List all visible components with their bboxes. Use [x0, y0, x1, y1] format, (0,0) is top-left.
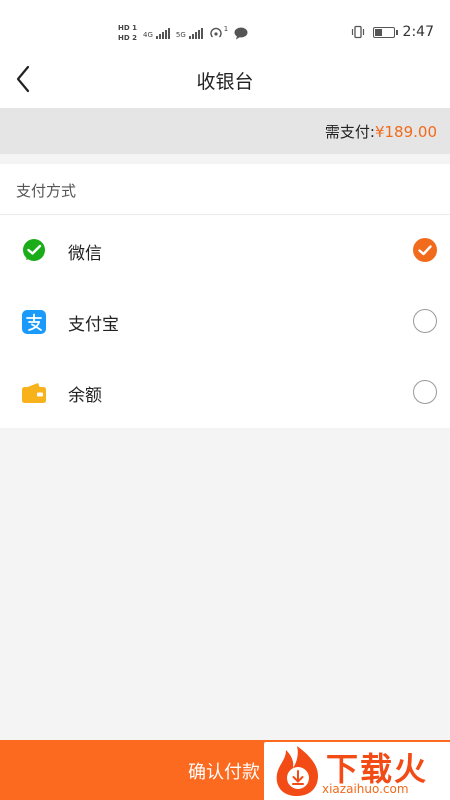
amount-bar: 需支付:¥189.00 — [0, 108, 450, 154]
wallet-icon — [22, 383, 46, 403]
hd1-indicator: HD 1 — [118, 24, 137, 32]
radio-balance[interactable] — [413, 380, 437, 404]
watermark-logo: 下载火 xiazaihuo.com — [264, 742, 450, 800]
status-bar: HD 1 HD 2 4G 5G 1 2:47 — [0, 0, 450, 50]
hotspot-icon — [210, 27, 222, 38]
amount-label: 需支付: — [324, 123, 375, 141]
hd-indicators: HD 1 HD 2 — [118, 24, 137, 42]
check-icon — [418, 245, 432, 256]
message-icon — [234, 27, 248, 39]
confirm-label: 确认付款 — [188, 762, 260, 783]
page-title: 收银台 — [196, 71, 254, 93]
status-indicators: HD 1 HD 2 4G 5G 1 — [118, 18, 248, 48]
net1-label: 4G — [142, 31, 153, 39]
payment-method-balance[interactable]: 余额 — [0, 357, 450, 427]
signal-5g: 5G — [176, 27, 203, 39]
battery-fill — [374, 28, 383, 36]
radio-wechat-checked[interactable] — [413, 238, 437, 262]
hotspot-count: 1 — [223, 25, 229, 33]
hd2-indicator: HD 2 — [118, 34, 137, 42]
signal-4g: 4G — [143, 27, 170, 39]
flame-download-icon — [276, 746, 318, 796]
method-label-alipay: 支付宝 — [68, 315, 119, 335]
wechat-icon — [23, 239, 45, 261]
signal-bars-icon — [155, 27, 170, 39]
status-right: 2:47 — [351, 24, 434, 40]
method-label-wechat: 微信 — [68, 244, 102, 264]
payment-methods-section: 支付方式 微信 支付宝 余额 — [0, 164, 450, 428]
net2-label: 5G — [175, 31, 186, 39]
section-title: 支付方式 — [16, 182, 77, 200]
vibrate-icon — [351, 25, 364, 39]
alipay-icon — [22, 310, 46, 334]
method-label-balance: 余额 — [68, 386, 102, 406]
status-time: 2:47 — [402, 24, 434, 40]
radio-alipay[interactable] — [413, 309, 437, 333]
amount-value: ¥189.00 — [374, 123, 437, 141]
signal-bars-icon — [188, 27, 203, 39]
watermark-sub: xiazaihuo.com — [322, 782, 409, 796]
battery-icon — [372, 26, 398, 38]
amount-due: 需支付:¥189.00 — [325, 121, 437, 142]
nav-bar: 收银台 — [0, 50, 450, 108]
payment-method-alipay[interactable]: 支付宝 — [0, 286, 450, 356]
payment-method-wechat[interactable]: 微信 — [0, 215, 450, 285]
